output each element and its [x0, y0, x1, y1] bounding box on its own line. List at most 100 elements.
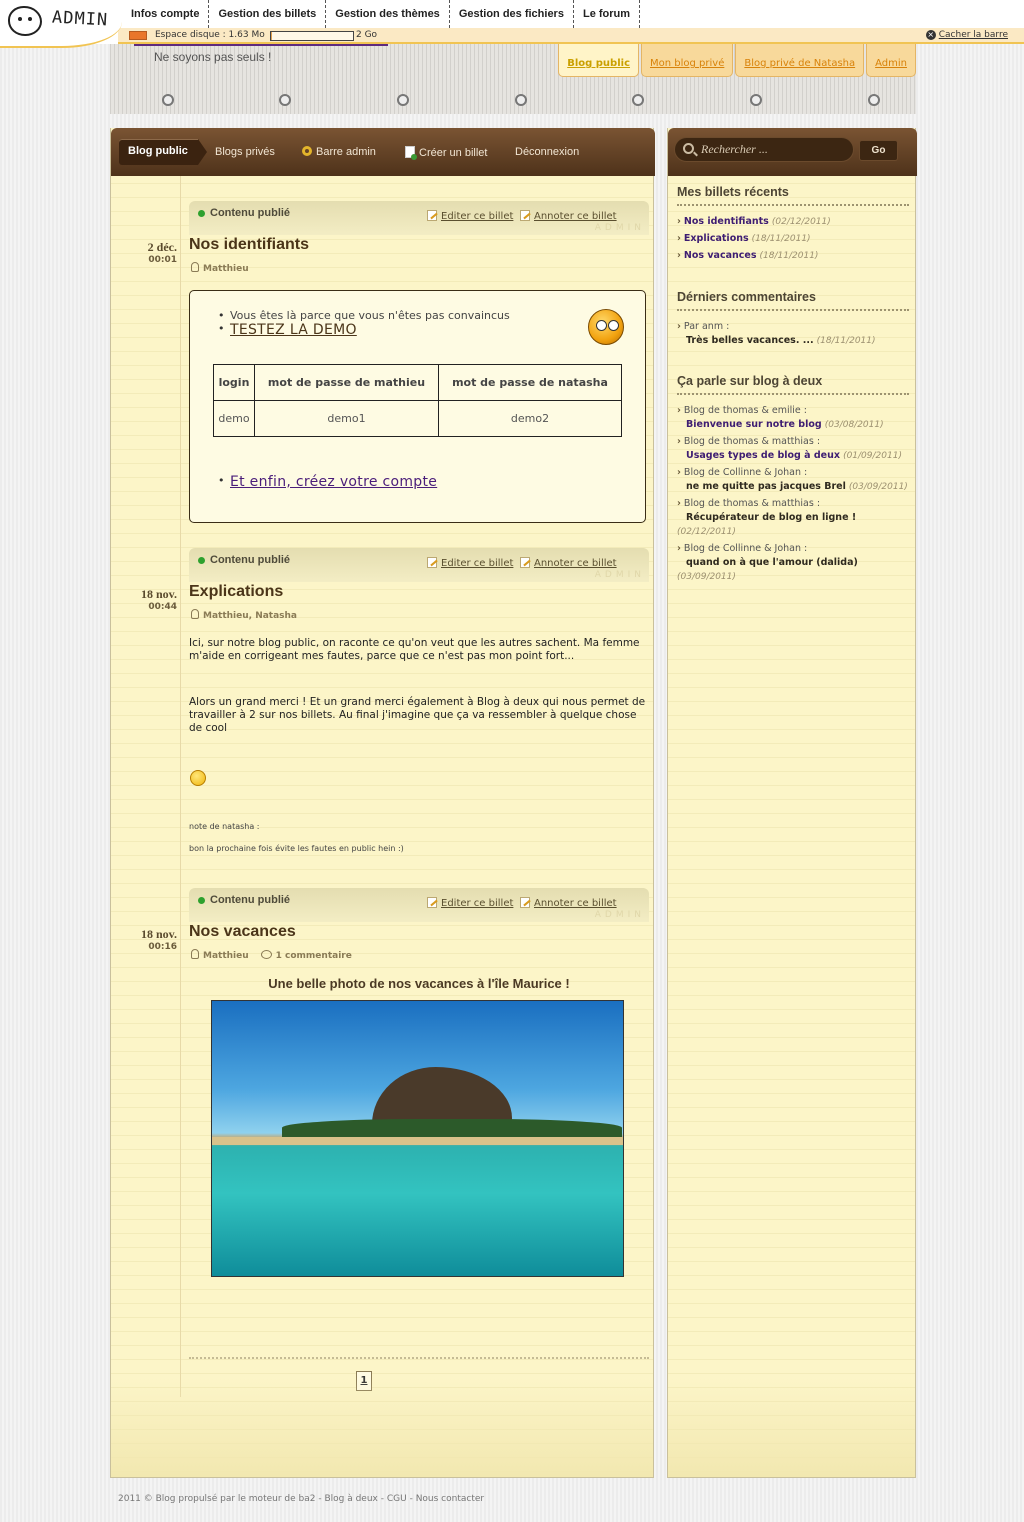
table-header: mot de passe de natasha — [438, 364, 622, 401]
chevron-right-icon: › — [677, 216, 681, 227]
recent-post-item[interactable]: › Explications (18/11/2011) — [677, 232, 909, 246]
buzz-item[interactable]: › Blog de thomas & emilie : Bienvenue sur… — [677, 404, 909, 432]
search-go-button[interactable]: Go — [859, 140, 898, 161]
hide-bar-link[interactable]: × Cacher la barre — [925, 30, 1008, 40]
binder-hole-icon — [162, 94, 174, 106]
sidebar: Go Mes billets récents ›Nos identifiants… — [667, 128, 917, 1478]
edit-post-link[interactable]: Editer ce billet — [427, 557, 513, 569]
buzz-item[interactable]: › Blog de thomas & matthias : Récupérateu… — [677, 497, 909, 539]
recent-post-date: (02/12/2011) — [771, 217, 831, 227]
post-title[interactable]: Nos identifiants — [189, 236, 309, 254]
buzz-link[interactable]: Récupérateur de blog en ligne ! — [677, 512, 856, 523]
tab-mon-blog-prive[interactable]: Mon blog privé — [641, 44, 734, 77]
annotate-post-label: Annoter ce billet — [534, 211, 617, 222]
comment-date: (18/11/2011) — [816, 336, 876, 346]
annotate-post-link[interactable]: Annoter ce billet — [520, 897, 617, 909]
binder-hole-icon — [750, 94, 762, 106]
comments-link[interactable]: 1 commentaire — [276, 951, 352, 961]
recent-comment-item[interactable]: › Par anm : Très belles vacances. ... (18… — [677, 320, 909, 348]
main-nav-creer-billet[interactable]: Créer un billet — [405, 146, 487, 160]
recent-post-link[interactable]: Nos identifiants — [684, 216, 769, 227]
search-input[interactable] — [674, 137, 854, 162]
pagination-page-1[interactable]: 1 — [356, 1371, 372, 1391]
edit-post-link[interactable]: Editer ce billet — [427, 897, 513, 909]
comment-excerpt[interactable]: Très belles vacances. ... — [677, 335, 814, 346]
demo-link[interactable]: TESTEZ LA DEMO — [230, 322, 357, 338]
main-nav-blogs-prives[interactable]: Blogs privés — [215, 146, 275, 158]
person-icon — [191, 949, 199, 959]
edit-post-link[interactable]: Editer ce billet — [427, 210, 513, 222]
main-nav-deconnexion[interactable]: Déconnexion — [515, 146, 579, 158]
post-time: 00:44 — [148, 602, 177, 612]
recent-post-link[interactable]: Explications — [684, 233, 749, 244]
buzz-link[interactable]: ne me quitte pas jacques Brel — [677, 481, 846, 492]
post-author: Matthieu, Natasha — [191, 609, 297, 621]
buzz-date: (03/09/2011) — [848, 482, 908, 492]
main-nav-blog-public[interactable]: Blog public — [119, 139, 207, 165]
recent-post-item[interactable]: › Nos identifiants (02/12/2011) — [677, 215, 909, 229]
footer-text: 2011 © Blog propulsé par le moteur de ba… — [118, 1494, 325, 1504]
disk-usage-label: Espace disque : 1.63 Mo — [155, 30, 265, 40]
buzz-source: Blog de Collinne & Johan : — [683, 543, 808, 554]
section-divider — [677, 309, 909, 311]
post-header-bar: Contenu publié Editer ce billet Annoter … — [189, 888, 649, 922]
comment-icon — [260, 950, 272, 959]
annotate-post-link[interactable]: Annoter ce billet — [520, 210, 617, 222]
buzz-link[interactable]: quand on à que l'amour (dalida) — [677, 557, 858, 568]
binder-hole-icon — [632, 94, 644, 106]
chevron-right-icon: › — [677, 250, 681, 261]
recent-post-link[interactable]: Nos vacances — [684, 250, 757, 261]
annotate-icon — [520, 897, 530, 908]
buzz-link[interactable]: Usages types de blog à deux — [677, 450, 840, 461]
footer-link-cgu[interactable]: CGU — [387, 1494, 407, 1504]
tab-blog-public[interactable]: Blog public — [558, 44, 639, 77]
buzz-date: (02/12/2011) — [677, 527, 736, 537]
demo-credentials-box: Vous êtes là parce que vous n'êtes pas c… — [189, 290, 646, 523]
post-title[interactable]: Nos vacances — [189, 923, 296, 941]
tab-blog-prive-natasha[interactable]: Blog privé de Natasha — [735, 44, 865, 77]
buzz-item[interactable]: › Blog de Collinne & Johan : quand on à q… — [677, 542, 909, 584]
admin-nav-infos-compte[interactable]: Infos compte — [122, 0, 210, 28]
admin-nav-gestion-themes[interactable]: Gestion des thèmes — [326, 0, 450, 28]
annotate-post-link[interactable]: Annoter ce billet — [520, 557, 617, 569]
section-divider — [677, 204, 909, 206]
main-nav-barre-admin[interactable]: Barre admin — [302, 146, 376, 158]
recent-post-item[interactable]: › Nos vacances (18/11/2011) — [677, 249, 909, 263]
buzz-link[interactable]: Bienvenue sur notre blog — [677, 419, 822, 430]
chevron-right-icon: › — [677, 543, 681, 554]
section-divider — [677, 393, 909, 395]
post-date: 18 nov. — [140, 927, 177, 941]
table-cell: demo2 — [438, 400, 622, 437]
buzz-title: Ça parle sur blog à deux — [677, 374, 823, 388]
note-label: note de natasha : — [189, 822, 260, 831]
footer-link-blog-a-deux[interactable]: Blog à deux — [324, 1494, 377, 1504]
buzz-item[interactable]: › Blog de thomas & matthias : Usages type… — [677, 435, 909, 463]
footer-link-contact[interactable]: Nous contacter — [416, 1494, 484, 1504]
admin-nav-forum[interactable]: Le forum — [574, 0, 641, 28]
hide-bar-label: Cacher la barre — [938, 30, 1008, 40]
post-author-name: Matthieu, Natasha — [203, 611, 298, 621]
post-date: 2 déc. — [147, 240, 177, 254]
close-icon: × — [925, 30, 936, 40]
search-bar: Go — [668, 128, 917, 176]
published-status-icon — [198, 897, 205, 904]
binder-hole-icon — [279, 94, 291, 106]
credentials-table: login mot de passe de mathieu mot de pas… — [213, 364, 622, 437]
admin-watermark: ADMIN — [594, 223, 645, 233]
list-item: Et enfin, créez votre compte — [218, 474, 437, 490]
buzz-source: Blog de thomas & matthias : — [683, 436, 821, 447]
buzz-item[interactable]: › Blog de Collinne & Johan : ne me quitte… — [677, 466, 909, 494]
thinking-smiley-icon — [190, 770, 206, 786]
admin-nav-gestion-fichiers[interactable]: Gestion des fichiers — [450, 0, 574, 28]
disk-max-label: 2 Go — [356, 30, 378, 40]
post-title[interactable]: Explications — [189, 583, 283, 601]
create-account-link[interactable]: Et enfin, créez votre compte — [230, 474, 437, 490]
admin-logo[interactable]: ADMIN — [0, 0, 122, 48]
admin-nav-gestion-billets[interactable]: Gestion des billets — [209, 0, 327, 28]
edit-post-label: Editer ce billet — [441, 898, 514, 909]
post-paragraph: Ici, sur notre blog public, on raconte c… — [189, 637, 640, 662]
footer-separator: - — [377, 1494, 387, 1504]
person-icon — [191, 609, 199, 619]
chevron-right-icon: › — [677, 436, 681, 447]
tab-admin[interactable]: Admin — [866, 44, 916, 77]
